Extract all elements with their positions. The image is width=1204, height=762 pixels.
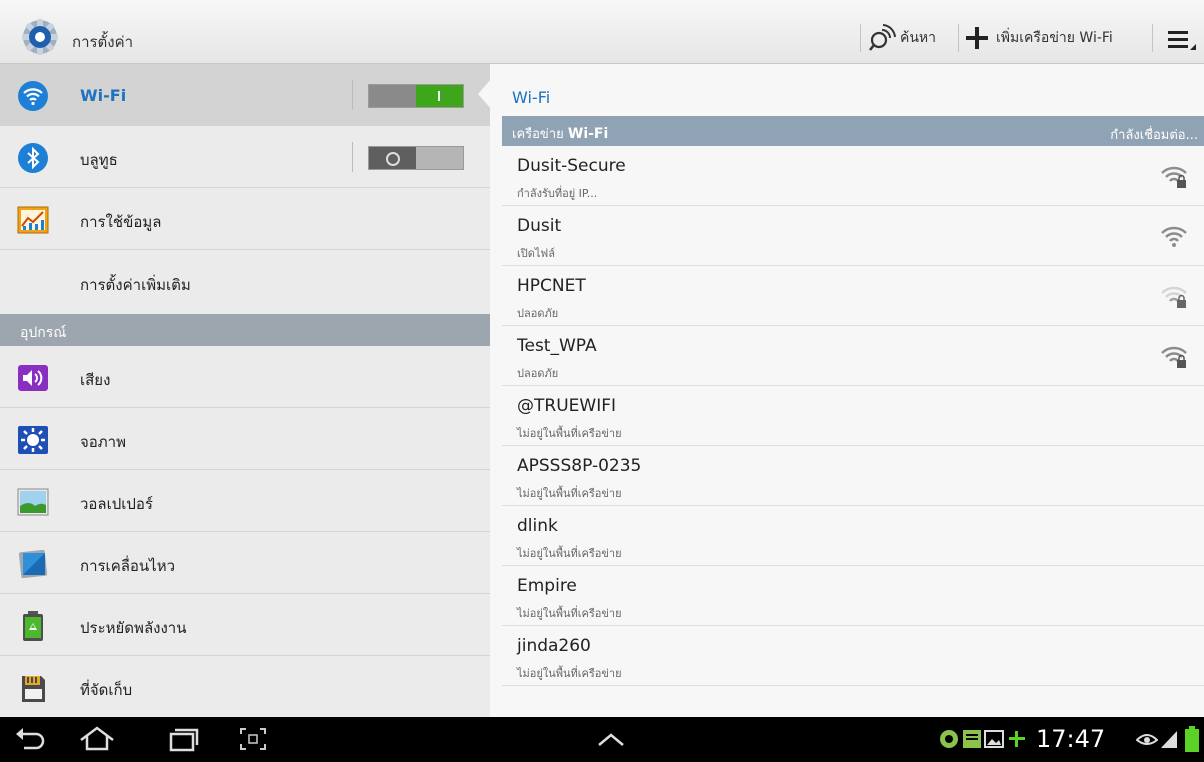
action-separator bbox=[958, 24, 959, 52]
smart-stay-eye-icon bbox=[1136, 734, 1158, 745]
plus-icon bbox=[966, 27, 988, 49]
divider bbox=[352, 142, 353, 172]
battery-icon bbox=[1185, 726, 1199, 752]
display-icon bbox=[18, 426, 48, 454]
sidebar-item-label: วอลเปเปอร์ bbox=[80, 495, 153, 513]
settings-list: Wi-Fi บลูทูธ การใช้ข้อมูล การตั้งค่าเพิ่ bbox=[0, 64, 490, 717]
power-saving-icon bbox=[23, 611, 43, 641]
network-row-dlink[interactable]: dlink ไม่อยู่ในพื้นที่เครือข่าย bbox=[502, 506, 1204, 566]
sidebar-item-label: การใช้ข้อมูล bbox=[80, 213, 162, 231]
signal-strength-icon bbox=[1161, 731, 1177, 748]
sidebar-item-bluetooth[interactable]: บลูทูธ bbox=[0, 126, 490, 188]
wifi-signal-icon bbox=[1161, 226, 1187, 247]
sidebar-item-label: การตั้งค่าเพิ่มเติม bbox=[80, 276, 191, 294]
networks-header: เครือข่าย Wi-Fi กำลังเชื่อมต่อ... bbox=[502, 116, 1204, 146]
status-clock: 17:47 bbox=[1036, 725, 1106, 753]
wifi-icon bbox=[18, 81, 48, 111]
action-separator bbox=[1152, 24, 1153, 52]
wifi-detail-panel: Wi-Fi เครือข่าย Wi-Fi กำลังเชื่อมต่อ... … bbox=[490, 64, 1204, 717]
search-button[interactable]: ค้นหา bbox=[868, 20, 936, 56]
system-navigation-bar: 17:47 bbox=[0, 717, 1204, 762]
sidebar-item-label: บลูทูธ bbox=[80, 151, 118, 169]
network-name: APSSS8P-0235 bbox=[517, 456, 642, 476]
add-wifi-network-button[interactable]: เพิ่มเครือข่าย Wi-Fi bbox=[966, 20, 1113, 56]
sound-icon bbox=[18, 365, 48, 391]
back-icon[interactable] bbox=[14, 726, 48, 752]
network-row-dusit[interactable]: Dusit เปิดไฟล์ bbox=[502, 206, 1204, 266]
sidebar-item-wifi[interactable]: Wi-Fi bbox=[0, 64, 490, 126]
bluetooth-toggle[interactable] bbox=[368, 146, 464, 170]
settings-notification-icon bbox=[940, 730, 958, 748]
action-bar: การตั้งค่า ค้นหา เพิ่มเครือข่าย Wi-Fi bbox=[0, 0, 1204, 64]
network-status: ปลอดภัย bbox=[517, 367, 559, 380]
network-status: กำลังรับที่อยู่ IP... bbox=[517, 187, 598, 200]
add-network-label: เพิ่มเครือข่าย Wi-Fi bbox=[996, 30, 1113, 46]
search-label: ค้นหา bbox=[900, 30, 937, 46]
network-name: @TRUEWIFI bbox=[517, 396, 616, 416]
bluetooth-icon bbox=[18, 143, 48, 173]
network-row-hpcnet[interactable]: HPCNET ปลอดภัย bbox=[502, 266, 1204, 326]
wifi-toggle[interactable] bbox=[368, 84, 464, 108]
networks-header-label: เครือข่าย Wi-Fi bbox=[512, 126, 609, 142]
network-name: dlink bbox=[517, 516, 558, 536]
sidebar-item-label: Wi-Fi bbox=[80, 86, 127, 105]
network-row-apsss8p[interactable]: APSSS8P-0235 ไม่อยู่ในพื้นที่เครือข่าย bbox=[502, 446, 1204, 506]
network-name: jinda260 bbox=[517, 636, 591, 656]
network-row-test-wpa[interactable]: Test_WPA ปลอดภัย bbox=[502, 326, 1204, 386]
sidebar-item-label: ประหยัดพลังงาน bbox=[80, 619, 187, 637]
recent-apps-icon[interactable] bbox=[166, 726, 200, 752]
sidebar-item-data-usage[interactable]: การใช้ข้อมูล bbox=[0, 188, 490, 250]
network-status: ไม่อยู่ในพื้นที่เครือข่าย bbox=[517, 427, 622, 440]
plus-notification-icon bbox=[1009, 731, 1025, 747]
connection-status: กำลังเชื่อมต่อ... bbox=[1110, 128, 1198, 143]
network-name: Test_WPA bbox=[517, 336, 597, 356]
screenshot-icon[interactable] bbox=[238, 726, 268, 752]
sidebar-item-power-saving[interactable]: ประหยัดพลังงาน bbox=[0, 594, 490, 656]
home-icon[interactable] bbox=[78, 726, 116, 752]
network-name: HPCNET bbox=[517, 276, 586, 296]
wifi-signal-locked-icon bbox=[1161, 166, 1187, 188]
notification-doc-icon bbox=[963, 730, 981, 748]
wifi-signal-weak-locked-icon bbox=[1161, 286, 1187, 308]
chevron-up-icon[interactable] bbox=[596, 726, 626, 752]
divider bbox=[352, 80, 353, 110]
network-name: Empire bbox=[517, 576, 577, 596]
sidebar-item-storage[interactable]: ที่จัดเก็บ bbox=[0, 656, 490, 717]
panel-title: Wi-Fi bbox=[512, 88, 551, 107]
storage-icon bbox=[22, 676, 45, 702]
network-status: ไม่อยู่ในพื้นที่เครือข่าย bbox=[517, 607, 622, 620]
sidebar-item-display[interactable]: จอภาพ bbox=[0, 408, 490, 470]
network-status: ปลอดภัย bbox=[517, 307, 559, 320]
settings-gear-icon[interactable] bbox=[20, 17, 60, 57]
wifi-signal-locked-icon bbox=[1161, 346, 1187, 368]
sidebar-item-label: เสียง bbox=[80, 371, 111, 389]
sidebar-item-wallpaper[interactable]: วอลเปเปอร์ bbox=[0, 470, 490, 532]
network-status: ไม่อยู่ในพื้นที่เครือข่าย bbox=[517, 667, 622, 680]
network-name: Dusit bbox=[517, 216, 562, 236]
network-status: เปิดไฟล์ bbox=[517, 247, 555, 260]
network-row-jinda260[interactable]: jinda260 ไม่อยู่ในพื้นที่เครือข่าย bbox=[502, 626, 1204, 686]
selection-pointer bbox=[478, 78, 492, 110]
sidebar-item-label: การเคลื่อนไหว bbox=[80, 557, 176, 575]
network-name: Dusit-Secure bbox=[517, 156, 626, 176]
network-row-dusit-secure[interactable]: Dusit-Secure กำลังรับที่อยู่ IP... bbox=[502, 146, 1204, 206]
network-row-empire[interactable]: Empire ไม่อยู่ในพื้นที่เครือข่าย bbox=[502, 566, 1204, 626]
sidebar-item-sound[interactable]: เสียง bbox=[0, 346, 490, 408]
wallpaper-icon bbox=[17, 488, 49, 516]
sidebar-item-motion[interactable]: การเคลื่อนไหว bbox=[0, 532, 490, 594]
network-status: ไม่อยู่ในพื้นที่เครือข่าย bbox=[517, 547, 622, 560]
sidebar-item-more-settings[interactable]: การตั้งค่าเพิ่มเติม bbox=[0, 250, 490, 314]
network-row-truewifi[interactable]: @TRUEWIFI ไม่อยู่ในพื้นที่เครือข่าย bbox=[502, 386, 1204, 446]
motion-icon bbox=[18, 549, 48, 579]
action-separator bbox=[860, 24, 861, 52]
network-status: ไม่อยู่ในพื้นที่เครือข่าย bbox=[517, 487, 622, 500]
search-icon bbox=[869, 24, 896, 51]
sidebar-item-label: จอภาพ bbox=[80, 433, 126, 451]
data-usage-icon bbox=[17, 206, 49, 234]
sidebar-item-label: ที่จัดเก็บ bbox=[80, 681, 133, 699]
gallery-notification-icon bbox=[984, 730, 1004, 748]
overflow-menu-icon[interactable] bbox=[1164, 26, 1198, 58]
section-header-device: อุปกรณ์ bbox=[0, 314, 490, 346]
app-title: การตั้งค่า bbox=[72, 33, 134, 51]
